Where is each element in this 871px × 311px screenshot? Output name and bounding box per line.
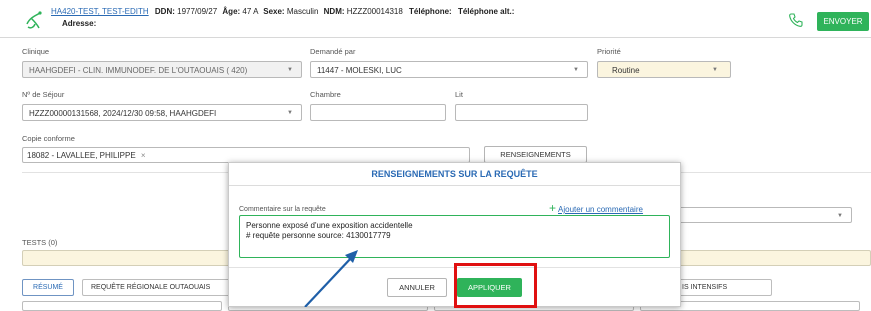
comment-line-1: Personne exposé d'une exposition acciden…: [246, 221, 413, 230]
send-button[interactable]: ENVOYER: [817, 12, 869, 31]
patient-header: [0, 0, 871, 38]
comment-textarea[interactable]: Personne exposé d'une exposition acciden…: [239, 215, 670, 258]
request-info-modal: RENSEIGNEMENTS SUR LA REQUÊTE Commentair…: [228, 162, 681, 308]
chevron-down-icon: ▼: [837, 213, 843, 219]
clinic-select[interactable]: HAAHGDEFI - CLIN. IMMUNODEF. DE L'OUTAOU…: [22, 61, 302, 78]
tab-intensive[interactable]: IS INTENSIFS: [677, 279, 772, 296]
chevron-down-icon: ▼: [287, 110, 293, 116]
clinic-value: HAAHGDEFI - CLIN. IMMUNODEF. DE L'OUTAOU…: [29, 66, 248, 75]
sex-label: Sexe:: [263, 7, 285, 16]
add-comment-label: Ajouter un commentaire: [558, 205, 643, 214]
plus-icon: +: [549, 201, 557, 215]
room-input[interactable]: [310, 104, 446, 121]
modal-title: RENSEIGNEMENTS SUR LA REQUÊTE: [371, 169, 538, 179]
bed-input[interactable]: [455, 104, 588, 121]
chip-remove-icon[interactable]: ×: [141, 151, 146, 160]
chevron-down-icon: ▼: [712, 67, 718, 73]
priority-label: Priorité: [597, 47, 621, 56]
requested-by-select[interactable]: 11447 - MOLESKI, LUC ▼: [310, 61, 588, 78]
right-select[interactable]: ▼: [654, 207, 852, 223]
requested-by-value: 11447 - MOLESKI, LUC: [317, 66, 402, 75]
modal-header: RENSEIGNEMENTS SUR LA REQUÊTE: [229, 163, 680, 186]
cc-label: Copie conforme: [22, 134, 75, 143]
room-label: Chambre: [310, 90, 341, 99]
tab-regional[interactable]: REQUÊTE RÉGIONALE OUTAOUAIS: [82, 279, 232, 296]
patient-info-line: HA420-TEST, TEST-EDITH DDN: 1977/09/27 Â…: [51, 7, 514, 18]
requested-by-label: Demandé par: [310, 47, 356, 56]
cc-chip: 18082 - LAVALLEE, PHILIPPE: [27, 151, 136, 160]
chevron-down-icon: ▼: [287, 67, 293, 73]
info-button[interactable]: RENSEIGNEMENTS: [484, 146, 587, 163]
tests-label: TESTS (0): [22, 238, 58, 247]
stay-value: HZZZ00000131568, 2024/12/30 09:58, HAAHG…: [29, 109, 217, 118]
ndm-value: HZZZ00014318: [346, 7, 403, 16]
stay-select[interactable]: HZZZ00000131568, 2024/12/30 09:58, HAAHG…: [22, 104, 302, 121]
comment-label: Commentaire sur la requête: [239, 206, 326, 213]
stay-label: Nº de Séjour: [22, 90, 65, 99]
ddn-value: 1977/09/27: [177, 7, 218, 16]
alt-phone-label: Téléphone alt.:: [457, 7, 515, 16]
cancel-button[interactable]: ANNULER: [387, 278, 447, 297]
tab-row2-a[interactable]: [22, 301, 222, 311]
age-label: Âge:: [222, 7, 241, 16]
sex-value: Masculin: [286, 7, 319, 16]
age-value: 47 A: [242, 7, 258, 16]
address-label: Adresse:: [62, 19, 97, 28]
priority-value: Routine: [612, 66, 640, 75]
highlight-box: [454, 263, 537, 308]
cc-input[interactable]: 18082 - LAVALLEE, PHILIPPE ×: [22, 147, 470, 163]
priority-select[interactable]: Routine ▼: [597, 61, 731, 78]
ndm-label: NDM:: [323, 7, 345, 16]
chevron-down-icon: ▼: [573, 67, 579, 73]
comment-line-2: # requête personne source: 4130017779: [246, 231, 391, 240]
patient-logo-icon: [26, 11, 42, 29]
phone-label: Téléphone:: [409, 7, 452, 16]
clinic-label: Clinique: [22, 47, 50, 56]
add-comment-link[interactable]: + Ajouter un commentaire: [549, 201, 643, 215]
patient-name-link[interactable]: HA420-TEST, TEST-EDITH: [51, 7, 149, 16]
bed-label: Lit: [455, 90, 463, 99]
phone-icon[interactable]: [788, 12, 804, 28]
ddn-label: DDN:: [154, 7, 175, 16]
tab-summary[interactable]: RÉSUMÉ: [22, 279, 74, 296]
